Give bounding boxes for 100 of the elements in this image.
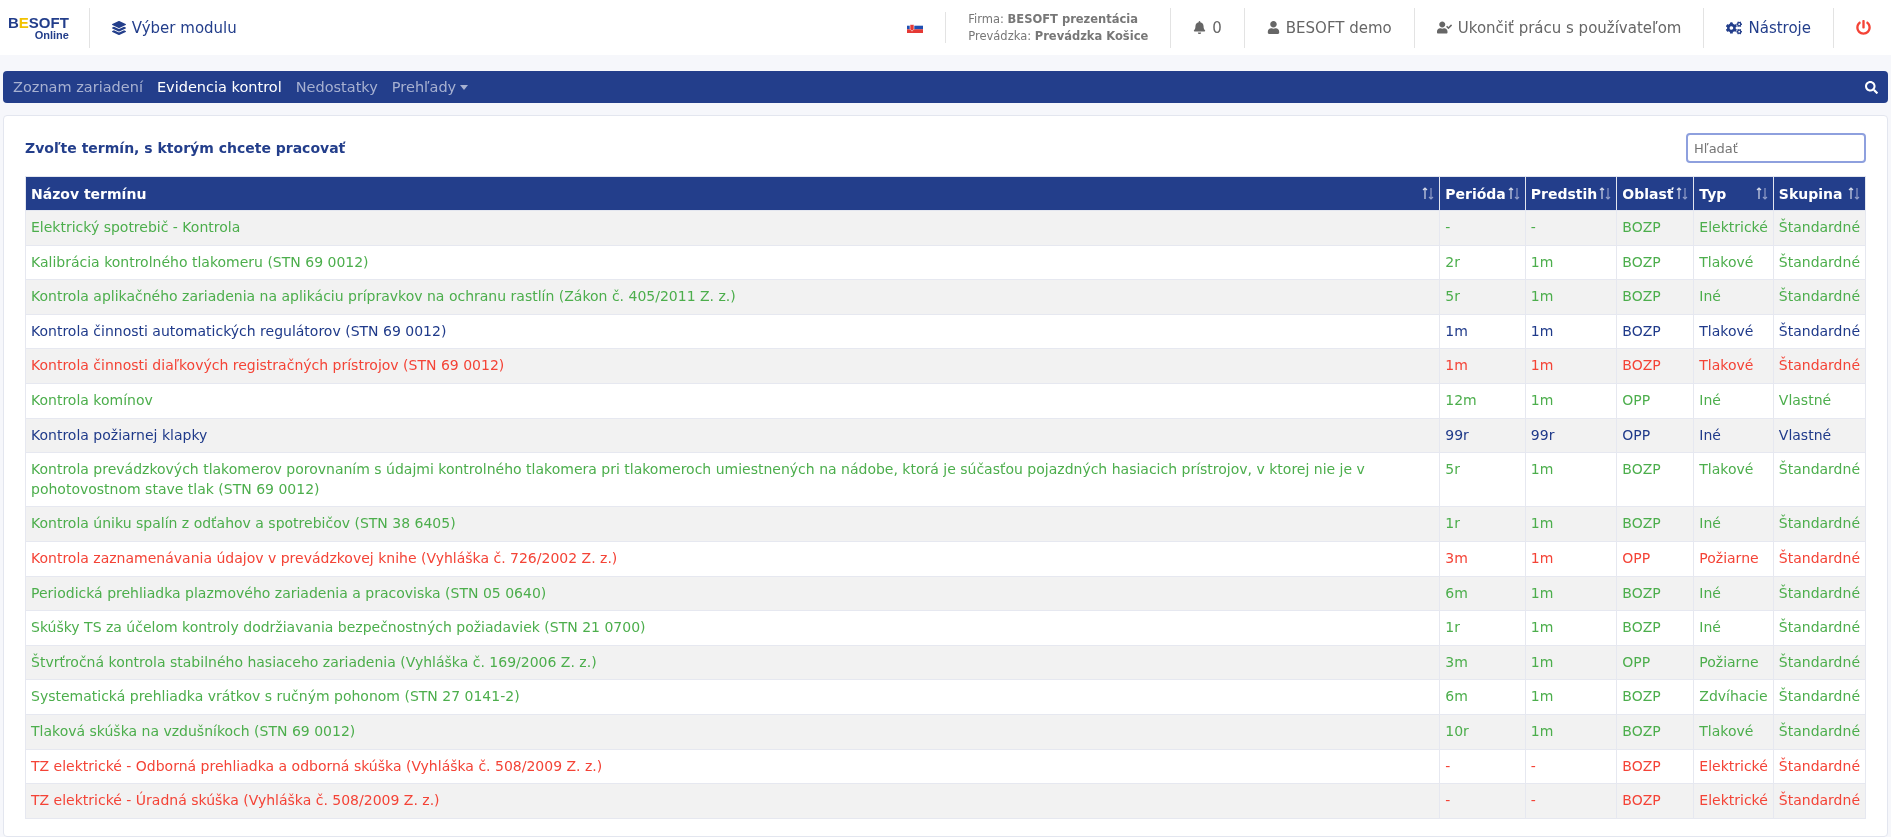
table-cell: 1m (1525, 714, 1617, 749)
table-row[interactable]: Kontrola činnosti diaľkových registračných prístrojov (STN 69 0012) 1m 1m BOZP Tlakové Štandardné (25, 348, 1866, 384)
flag-icon[interactable] (907, 22, 924, 33)
table-cell: - (1525, 210, 1617, 246)
sort-icon[interactable] (1755, 187, 1768, 200)
table-cell: Skúšky TS za účelom kontroly dodržiavania bezpečnostných požiadaviek (STN 21 0700) (25, 610, 1440, 646)
table-cell: Tlakové (1693, 452, 1774, 507)
table-row[interactable]: Kontrola aplikačného zariadenia na aplikáciu prípravkov na ochranu rastlín (Zákon č. 405/2011 Z. z.) 5r 1m BOZP Iné Štandardné (25, 279, 1866, 315)
table-cell: BOZP (1616, 279, 1694, 315)
table-row[interactable]: Kontrola zaznamenávania údajov v prevádzkovej knihe (Vyhláška č. 726/2002 Z. z.) 3m 1m OPP Požiarne Štandardné (25, 541, 1866, 577)
search-icon[interactable] (1865, 80, 1878, 94)
sort-icon[interactable] (1507, 187, 1520, 200)
table-cell: Iné (1693, 279, 1774, 315)
table-cell: 10r (1439, 714, 1526, 749)
table-cell: OPP (1616, 383, 1694, 419)
panel-title: Zvoľte termín, s ktorým chcete pracovať (25, 140, 346, 156)
nav-tab[interactable]: Nedostatky (295, 79, 378, 95)
table-cell: Zdvíhacie (1693, 679, 1774, 715)
table-cell: - (1439, 210, 1526, 246)
table-row[interactable]: Kalibrácia kontrolného tlakomeru (STN 69 0012) 2r 1m BOZP Tlakové Štandardné (25, 245, 1866, 280)
tools-link[interactable]: Nástroje (1703, 7, 1833, 48)
table-cell: OPP (1616, 541, 1694, 577)
table-cell: Iné (1693, 610, 1774, 646)
table-cell: 1m (1525, 679, 1617, 715)
table-cell: Štandardné (1773, 714, 1866, 749)
table-cell: 1m (1525, 348, 1617, 384)
gears-icon (1726, 19, 1743, 36)
table-row[interactable]: Štvrťročná kontrola stabilného hasiaceho zariadenia (Vyhláška č. 169/2006 Z. z.) 3m 1m OPP Požiarne Štandardné (25, 645, 1866, 680)
table-cell: 1m (1525, 452, 1617, 507)
table-cell: 2r (1439, 245, 1526, 280)
table-cell: Periodická prehliadka plazmového zariadenia a pracoviska (STN 05 0640) (25, 576, 1440, 611)
power-icon[interactable] (1856, 20, 1871, 35)
table-cell: 1m (1525, 541, 1617, 577)
table-cell: Štandardné (1773, 279, 1866, 315)
table-cell: Štandardné (1773, 576, 1866, 611)
table-cell: 1m (1439, 348, 1526, 384)
table-cell: BOZP (1616, 210, 1694, 246)
table-cell: Štandardné (1773, 452, 1866, 507)
table-row[interactable]: Periodická prehliadka plazmového zariadenia a pracoviska (STN 05 0640) 6m 1m BOZP Iné Štandardné (25, 576, 1866, 611)
table-cell: Kontrola aplikačného zariadenia na aplikáciu prípravkov na ochranu rastlín (Zákon č. 405/2011 Z. z.) (25, 279, 1440, 315)
table-cell: 1m (1525, 610, 1617, 646)
table-cell: BOZP (1616, 783, 1694, 819)
table-cell: Tlakové (1693, 245, 1774, 280)
table-cell: Kontrola činnosti automatických regulátorov (STN 69 0012) (25, 314, 1440, 349)
table-cell: Štandardné (1773, 245, 1866, 280)
table-row[interactable]: TZ elektrické - Úradná skúška (Vyhláška č. 508/2009 Z. z.) - - BOZP Elektrické Štandardné (25, 783, 1866, 819)
logo[interactable]: BESOFT Online (8, 7, 90, 48)
table-cell: Kontrola úniku spalín z odťahov a spotrebičov (STN 38 6405) (25, 506, 1440, 542)
table-row[interactable]: Kontrola komínov 12m 1m OPP Iné Vlastné (25, 383, 1866, 419)
nav-tab[interactable]: Zoznam zariadení (13, 79, 143, 95)
sort-icon[interactable] (1848, 187, 1860, 200)
table-cell: BOZP (1616, 245, 1694, 280)
sort-icon[interactable] (1676, 187, 1689, 200)
table-cell: TZ elektrické - Úradná skúška (Vyhláška č. 508/2009 Z. z.) (25, 783, 1440, 819)
table-cell: 1m (1525, 245, 1617, 280)
table-row[interactable]: TZ elektrické - Odborná prehliadka a odborná skúška (Vyhláška č. 508/2009 Z. z.) - - BOZP Elektrické Štandardné (25, 749, 1866, 784)
sort-icon[interactable] (1422, 187, 1435, 200)
sort-icon[interactable] (1599, 187, 1612, 200)
nav-tab[interactable]: Prehľady (391, 79, 469, 95)
table-cell: 5r (1439, 452, 1526, 507)
branch-text: Prevádzka: Prevádzka Košice (968, 29, 1149, 43)
search-field[interactable]: Hľadať (1686, 133, 1866, 163)
table-row[interactable]: Skúšky TS za účelom kontroly dodržiavania bezpečnostných požiadaviek (STN 21 0700) 1r 1m BOZP Iné Štandardné (25, 610, 1866, 646)
table-cell: Požiarne (1693, 645, 1774, 680)
table-cell: 1m (1439, 314, 1526, 349)
table-row[interactable] (25, 452, 1866, 507)
table-cell: OPP (1616, 645, 1694, 680)
table-cell: Tlakové (1693, 314, 1774, 349)
table-cell: Iné (1693, 418, 1774, 453)
table-cell: - (1525, 783, 1617, 819)
table-row[interactable]: Kontrola úniku spalín z odťahov a spotrebičov (STN 38 6405) 1r 1m BOZP Iné Štandardné (25, 506, 1866, 542)
table-row[interactable]: Tlaková skúška na vzdušníkoch (STN 69 0012) 10r 1m BOZP Tlakové Štandardné (25, 714, 1866, 749)
table-cell: Elektrické (1693, 210, 1774, 246)
table-row[interactable]: Kontrola činnosti automatických regulátorov (STN 69 0012) 1m 1m BOZP Tlakové Štandardné (25, 314, 1866, 349)
notifications-link[interactable]: 0 (1170, 7, 1244, 48)
table-cell: Štandardné (1773, 314, 1866, 349)
table-cell: BOZP (1616, 348, 1694, 384)
table-cell: Štandardné (1773, 749, 1866, 784)
table-cell: BOZP (1616, 452, 1694, 507)
table-cell: Kontrola činnosti diaľkových registračných prístrojov (STN 69 0012) (25, 348, 1440, 384)
nav-tab[interactable]: Evidencia kontrol (156, 79, 282, 95)
user-icon (1266, 21, 1280, 34)
table-cell: Štandardné (1773, 541, 1866, 577)
table-cell: 1m (1525, 645, 1617, 680)
table-cell: Štvrťročná kontrola stabilného hasiaceho zariadenia (Vyhláška č. 169/2006 Z. z.) (25, 645, 1440, 680)
table-row[interactable]: Kontrola požiarnej klapky 99r 99r OPP Iné Vlastné (25, 418, 1866, 453)
user-check-icon (1436, 20, 1452, 35)
table-row[interactable]: Elektrický spotrebič - Kontrola - - BOZP Elektrické Štandardné (25, 210, 1866, 246)
column-header[interactable]: Názov termínu (31, 185, 147, 202)
table-cell: Štandardné (1773, 679, 1866, 715)
layers-icon (111, 20, 126, 35)
module-link[interactable]: Výber modulu (89, 7, 259, 48)
table-cell: Štandardné (1773, 348, 1866, 384)
logout-user-link[interactable]: Ukončiť prácu s používateľom (1413, 7, 1704, 48)
table-cell: 1m (1525, 383, 1617, 419)
table-cell: BOZP (1616, 610, 1694, 646)
column-header[interactable]: Typ (1699, 185, 1727, 202)
user-link[interactable]: BESOFT demo (1243, 7, 1414, 48)
table-row[interactable]: Systematická prehliadka vrátkov s ručným pohonom (STN 27 0141-2) 6m 1m BOZP Zdvíhacie Štandardné (25, 679, 1866, 715)
table-cell: Tlakové (1693, 714, 1774, 749)
